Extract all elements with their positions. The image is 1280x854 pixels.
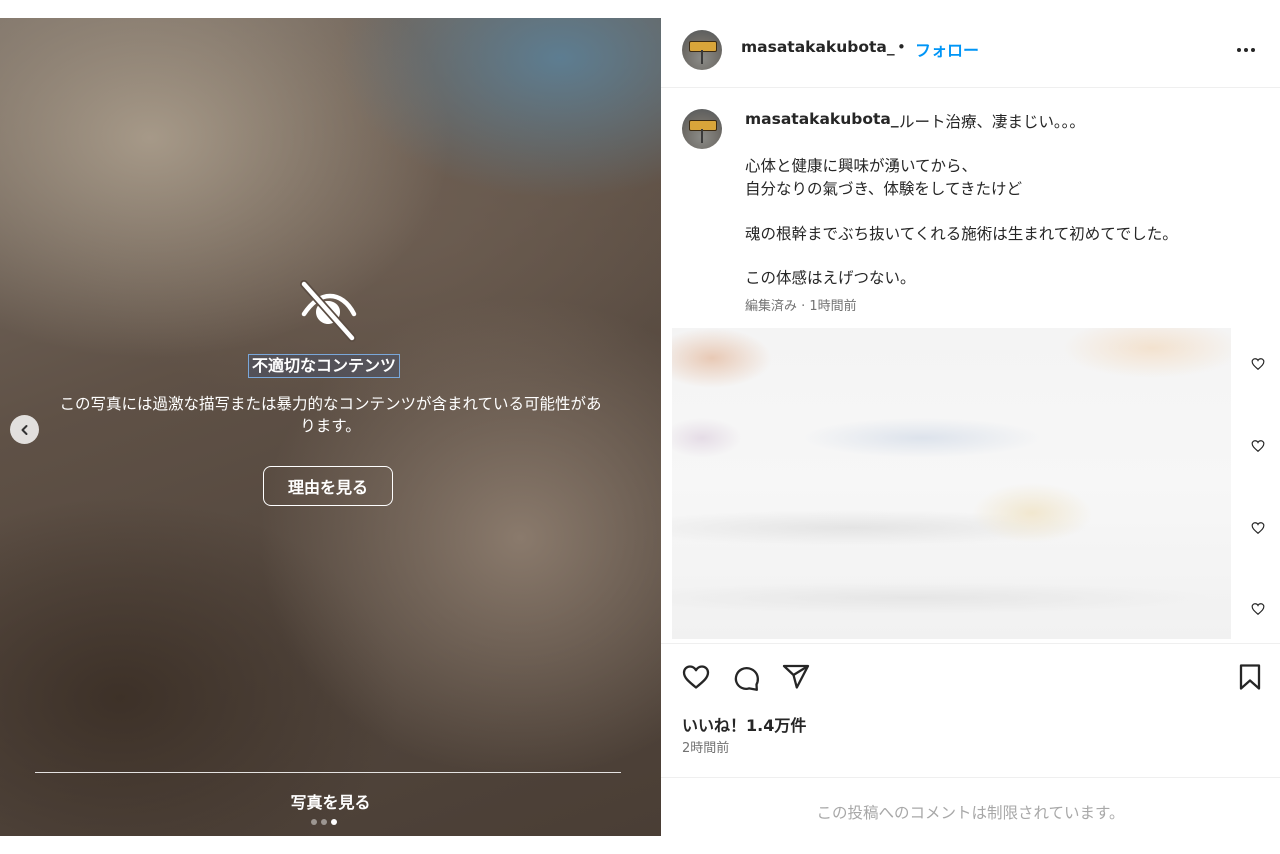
caption-first-line: ルート治療、凄まじい｡｡｡ <box>899 113 1078 131</box>
like-heart-icon[interactable] <box>681 662 711 692</box>
carousel-dot <box>311 819 317 825</box>
sensitive-content-title: 不適切なコンテンツ <box>248 354 401 378</box>
comment-like-heart-icon[interactable] <box>1251 521 1265 535</box>
save-bookmark-icon[interactable] <box>1235 662 1265 692</box>
author-avatar[interactable] <box>682 30 722 70</box>
likes-count[interactable]: いいね！1.4万件 <box>682 712 806 736</box>
comment-like-heart-icon[interactable] <box>1251 357 1265 371</box>
blurred-comments <box>672 328 1231 639</box>
media-divider <box>35 772 621 773</box>
carousel-dot <box>321 819 327 825</box>
actions-divider <box>661 643 1280 644</box>
carousel-previous-button[interactable] <box>10 415 39 444</box>
caption-line: 自分なりの氣づき、体験をしてきたけど <box>745 180 1022 198</box>
follow-button[interactable]: フォロー <box>915 37 979 61</box>
post-media: 不適切なコンテンツ この写真には過激な描写または暴力的なコンテンツが含まれている… <box>0 18 661 836</box>
post-timestamp[interactable]: 2時間前 <box>682 737 729 756</box>
post-side-panel: masatakakubota_ • フォロー masatakakubota_ ル… <box>661 18 1280 836</box>
author-username[interactable]: masatakakubota_ <box>741 38 895 56</box>
comment-like-heart-icon[interactable] <box>1251 602 1265 616</box>
hidden-eye-icon <box>300 280 357 342</box>
caption-avatar[interactable] <box>682 109 722 149</box>
caption-username[interactable]: masatakakubota_ <box>745 110 899 128</box>
header-divider <box>661 87 1280 88</box>
sensitive-content-description: この写真には過激な描写または暴力的なコンテンツが含まれている可能性があります。 <box>59 395 602 435</box>
footer-divider <box>661 777 1280 778</box>
comment-icon[interactable] <box>731 662 761 692</box>
carousel-dots <box>311 819 337 825</box>
view-photo-button[interactable]: 写真を見る <box>0 789 661 813</box>
caption-line: この体感はえげつない。 <box>745 269 916 287</box>
comment-like-heart-icon[interactable] <box>1251 439 1265 453</box>
caption-meta: 編集済み · 1時間前 <box>745 299 857 314</box>
comments-restricted-message: この投稿へのコメントは制限されています。 <box>816 804 1125 822</box>
more-options-icon[interactable] <box>1234 40 1258 60</box>
caption-line: 魂の根幹までぶち抜いてくれる施術は生まれて初めてでした。 <box>745 225 1178 243</box>
carousel-dot-active <box>331 819 337 825</box>
share-icon[interactable] <box>781 662 811 692</box>
header-separator: • <box>897 38 906 56</box>
see-why-button[interactable]: 理由を見る <box>263 466 393 506</box>
caption-line: 心体と健康に興味が湧いてから、 <box>745 157 978 175</box>
chevron-left-icon <box>21 424 27 435</box>
